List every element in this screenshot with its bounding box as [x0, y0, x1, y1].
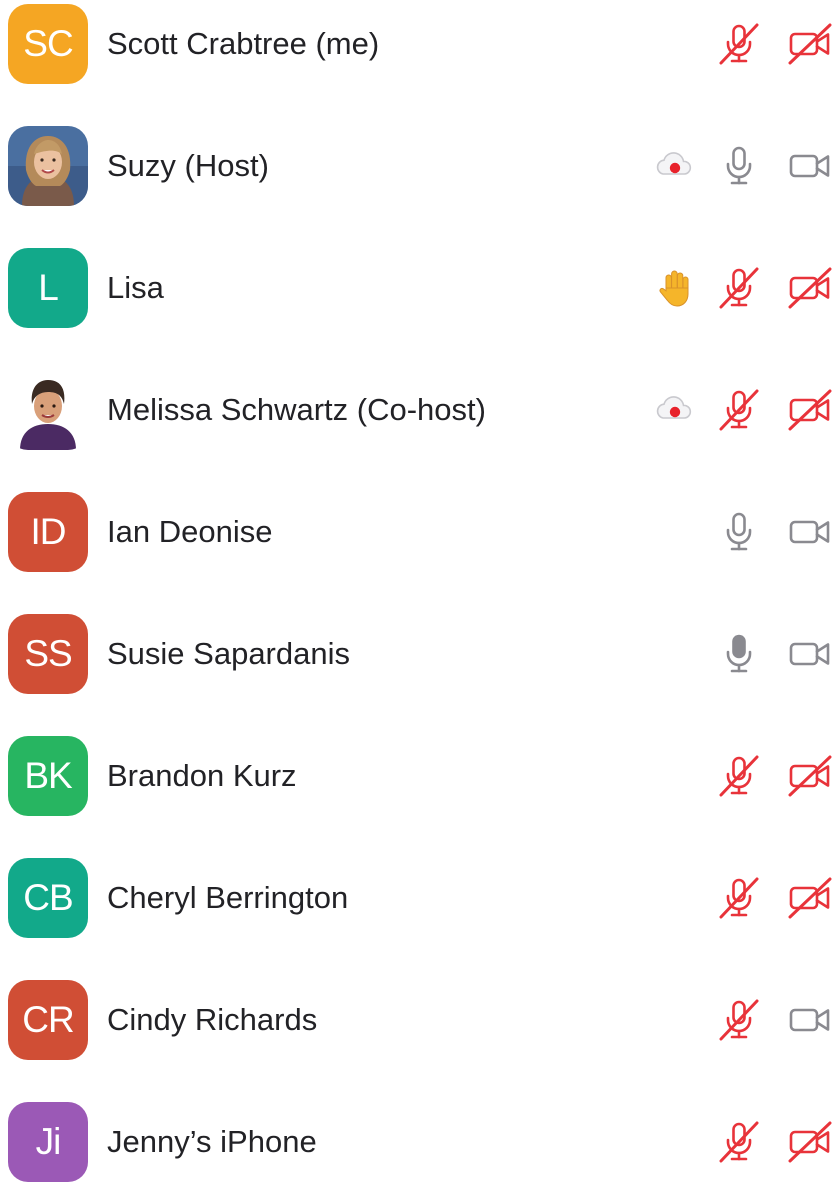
microphone-muted-icon[interactable]: [717, 388, 761, 432]
video-camera-off-icon[interactable]: [788, 22, 832, 66]
participant-row[interactable]: Melissa Schwartz (Co-host): [0, 366, 833, 454]
participant-name: Lisa: [107, 270, 164, 305]
participant-row[interactable]: ID Ian Deonise: [0, 488, 833, 576]
avatar: BK: [8, 736, 88, 816]
participant-name: Jenny’s iPhone: [107, 1124, 317, 1159]
video-camera-icon[interactable]: [788, 998, 832, 1042]
participant-row[interactable]: CR Cindy Richards: [0, 976, 833, 1064]
participant-name: Scott Crabtree (me): [107, 26, 380, 61]
video-camera-icon[interactable]: [788, 632, 832, 676]
avatar: SC: [8, 4, 88, 84]
avatar: ID: [8, 492, 88, 572]
microphone-icon[interactable]: [717, 510, 761, 554]
raised-hand-icon: [653, 266, 697, 310]
participant-name: Melissa Schwartz (Co-host): [107, 392, 486, 427]
participant-row[interactable]: BK Brandon Kurz: [0, 732, 833, 820]
avatar: CR: [8, 980, 88, 1060]
video-camera-off-icon[interactable]: [788, 1120, 832, 1164]
microphone-icon[interactable]: [717, 144, 761, 188]
microphone-muted-icon[interactable]: [717, 266, 761, 310]
participant-row[interactable]: L Lisa: [0, 244, 833, 332]
participant-name: Cindy Richards: [107, 1002, 318, 1037]
participant-name: Suzy (Host): [107, 148, 269, 183]
video-camera-icon[interactable]: [788, 510, 832, 554]
participant-list: SC Scott Crabtree (me) Suzy (Host) L Lisa Mel…: [0, 0, 833, 1182]
video-camera-off-icon[interactable]: [788, 876, 832, 920]
cloud-recording-icon: [653, 144, 697, 188]
avatar: [8, 126, 88, 206]
microphone-icon[interactable]: [717, 632, 761, 676]
video-camera-icon[interactable]: [788, 144, 832, 188]
microphone-muted-icon[interactable]: [717, 998, 761, 1042]
participant-name: Cheryl Berrington: [107, 880, 349, 915]
participant-row[interactable]: Ji Jenny’s iPhone: [0, 1098, 833, 1186]
microphone-muted-icon[interactable]: [717, 22, 761, 66]
cloud-recording-icon: [653, 388, 697, 432]
participant-row[interactable]: CB Cheryl Berrington: [0, 854, 833, 942]
microphone-muted-icon[interactable]: [717, 1120, 761, 1164]
participant-name: Brandon Kurz: [107, 758, 297, 793]
avatar: [8, 370, 88, 450]
video-camera-off-icon[interactable]: [788, 754, 832, 798]
participant-name: Susie Sapardanis: [107, 636, 350, 671]
video-camera-off-icon[interactable]: [788, 388, 832, 432]
participant-name: Ian Deonise: [107, 514, 273, 549]
avatar: CB: [8, 858, 88, 938]
participant-row[interactable]: SC Scott Crabtree (me): [0, 0, 833, 88]
participant-row[interactable]: Suzy (Host): [0, 122, 833, 210]
avatar: SS: [8, 614, 88, 694]
microphone-muted-icon[interactable]: [717, 876, 761, 920]
video-camera-off-icon[interactable]: [788, 266, 832, 310]
avatar: L: [8, 248, 88, 328]
avatar: Ji: [8, 1102, 88, 1182]
microphone-muted-icon[interactable]: [717, 754, 761, 798]
participant-row[interactable]: SS Susie Sapardanis: [0, 610, 833, 698]
